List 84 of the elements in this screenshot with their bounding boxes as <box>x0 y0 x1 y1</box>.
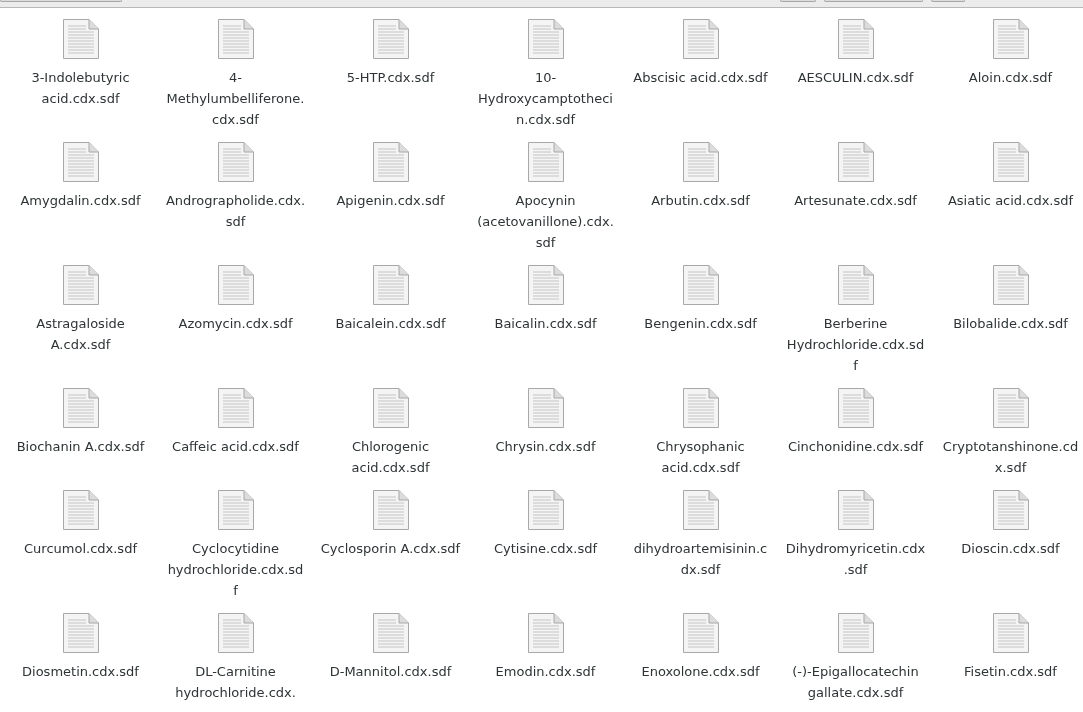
file-name[interactable]: Artesunate.cdx.sdf <box>785 190 926 211</box>
document-icon[interactable] <box>681 18 720 60</box>
document-icon[interactable] <box>681 489 720 531</box>
file-name[interactable]: AESCULIN.cdx.sdf <box>785 67 926 88</box>
document-icon[interactable] <box>681 264 720 306</box>
file-name[interactable]: 10-Hydroxycamptothecin.cdx.sdf <box>475 67 616 130</box>
document-icon[interactable] <box>61 489 100 531</box>
document-icon[interactable] <box>371 264 410 306</box>
file-name[interactable]: Chrysin.cdx.sdf <box>475 436 616 457</box>
file-name[interactable]: Cryptotanshinone.cdx.sdf <box>940 436 1081 478</box>
file-name[interactable]: Dioscin.cdx.sdf <box>940 538 1081 559</box>
file-name[interactable]: Aloin.cdx.sdf <box>940 67 1081 88</box>
document-icon[interactable] <box>216 264 255 306</box>
document-icon[interactable] <box>526 612 565 654</box>
file-name[interactable]: Berberine Hydrochloride.cdx.sdf <box>785 313 926 376</box>
document-icon[interactable] <box>681 387 720 429</box>
document-icon[interactable] <box>836 264 875 306</box>
file-name[interactable]: Curcumol.cdx.sdf <box>10 538 151 559</box>
file-name[interactable]: D-Mannitol.cdx.sdf <box>320 661 461 682</box>
file-name[interactable]: Asiatic acid.cdx.sdf <box>940 190 1081 211</box>
file-name[interactable]: 5-HTP.cdx.sdf <box>320 67 461 88</box>
file-name[interactable]: Baicalin.cdx.sdf <box>475 313 616 334</box>
file-name[interactable]: Caffeic acid.cdx.sdf <box>165 436 306 457</box>
file-name[interactable]: Azomycin.cdx.sdf <box>165 313 306 334</box>
document-icon[interactable] <box>991 387 1030 429</box>
document-icon[interactable] <box>526 141 565 183</box>
file-name[interactable]: Amygdalin.cdx.sdf <box>10 190 151 211</box>
file-name[interactable]: Cinchonidine.cdx.sdf <box>785 436 926 457</box>
file-name[interactable]: Andrographolide.cdx.sdf <box>165 190 306 232</box>
file-name[interactable]: DL-Carnitine hydrochloride.cdx. <box>165 661 306 703</box>
file-name[interactable]: Cyclocytidine hydrochloride.cdx.sdf <box>165 538 306 601</box>
file-name[interactable]: Fisetin.cdx.sdf <box>940 661 1081 682</box>
document-icon[interactable] <box>61 141 100 183</box>
document-icon[interactable] <box>681 141 720 183</box>
file-name[interactable]: Chrysophanic acid.cdx.sdf <box>630 436 771 478</box>
document-icon[interactable] <box>371 141 410 183</box>
file-name[interactable]: 4-Methylumbelliferone.cdx.sdf <box>165 67 306 130</box>
document-icon[interactable] <box>991 489 1030 531</box>
file-name[interactable]: Chlorogenic acid.cdx.sdf <box>320 436 461 478</box>
document-icon[interactable] <box>216 489 255 531</box>
document-icon[interactable] <box>61 387 100 429</box>
document-icon[interactable] <box>61 18 100 60</box>
document-icon[interactable] <box>216 141 255 183</box>
file-name[interactable]: (-)-Epigallocatechin gallate.cdx.sdf <box>785 661 926 703</box>
file-name[interactable]: Cyclosporin A.cdx.sdf <box>320 538 461 559</box>
document-icon[interactable] <box>526 264 565 306</box>
file-name[interactable]: Dihydromyricetin.cdx.sdf <box>785 538 926 580</box>
file-name[interactable]: Astragaloside A.cdx.sdf <box>10 313 151 355</box>
file-name[interactable]: Abscisic acid.cdx.sdf <box>630 67 771 88</box>
document-icon[interactable] <box>61 264 100 306</box>
document-icon[interactable] <box>836 612 875 654</box>
document-icon[interactable] <box>836 141 875 183</box>
document-icon[interactable] <box>836 18 875 60</box>
document-icon[interactable] <box>61 612 100 654</box>
document-icon[interactable] <box>991 612 1030 654</box>
file-name[interactable]: Bilobalide.cdx.sdf <box>940 313 1081 334</box>
document-icon[interactable] <box>371 489 410 531</box>
document-icon[interactable] <box>371 612 410 654</box>
document-icon[interactable] <box>836 387 875 429</box>
file-name[interactable]: Diosmetin.cdx.sdf <box>10 661 151 682</box>
document-icon[interactable] <box>991 264 1030 306</box>
document-icon[interactable] <box>216 387 255 429</box>
document-icon[interactable] <box>836 489 875 531</box>
document-icon[interactable] <box>991 18 1030 60</box>
document-icon[interactable] <box>216 612 255 654</box>
file-name[interactable]: 3-Indolebutyric acid.cdx.sdf <box>10 67 151 109</box>
document-icon[interactable] <box>526 489 565 531</box>
document-icon[interactable] <box>371 18 410 60</box>
file-name[interactable]: Baicalein.cdx.sdf <box>320 313 461 334</box>
file-name[interactable]: Bengenin.cdx.sdf <box>630 313 771 334</box>
document-icon[interactable] <box>526 387 565 429</box>
document-icon[interactable] <box>371 387 410 429</box>
file-name[interactable]: Biochanin A.cdx.sdf <box>10 436 151 457</box>
document-icon[interactable] <box>216 18 255 60</box>
file-name[interactable]: dihydroartemisinin.cdx.sdf <box>630 538 771 580</box>
file-name[interactable]: Apigenin.cdx.sdf <box>320 190 461 211</box>
file-name[interactable]: Enoxolone.cdx.sdf <box>630 661 771 682</box>
file-name[interactable]: Cytisine.cdx.sdf <box>475 538 616 559</box>
file-name[interactable]: Apocynin (acetovanillone).cdx.sdf <box>475 190 616 253</box>
document-icon[interactable] <box>526 18 565 60</box>
document-icon[interactable] <box>681 612 720 654</box>
file-name[interactable]: Emodin.cdx.sdf <box>475 661 616 682</box>
document-icon[interactable] <box>991 141 1030 183</box>
file-name[interactable]: Arbutin.cdx.sdf <box>630 190 771 211</box>
